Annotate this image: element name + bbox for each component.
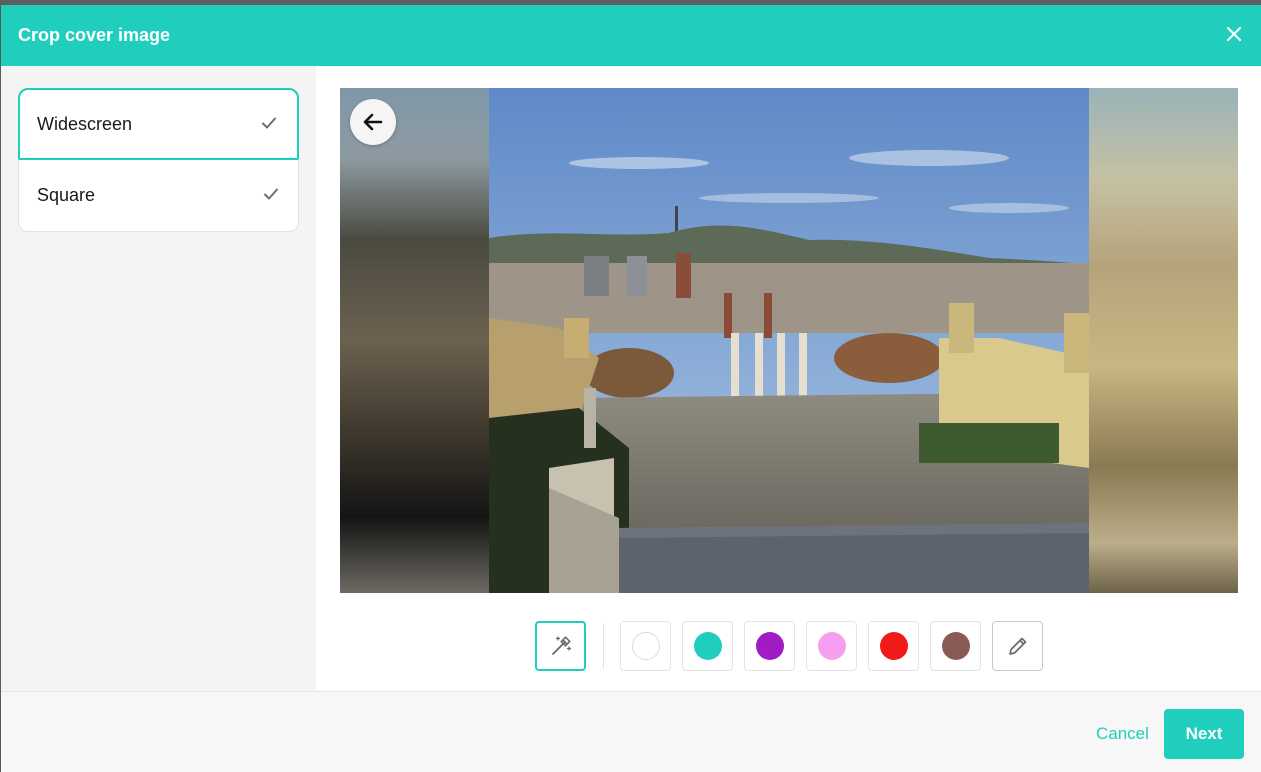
- aspect-option-list: Widescreen Square: [18, 88, 299, 232]
- check-icon: [262, 185, 280, 203]
- aspect-option-widescreen[interactable]: Widescreen: [18, 88, 299, 160]
- blurred-fill-right: [1089, 88, 1238, 593]
- arrow-left-icon: [363, 113, 383, 131]
- dialog-title: Crop cover image: [18, 25, 171, 45]
- swatch-purple: [755, 632, 784, 660]
- crop-editor: [316, 66, 1261, 691]
- blurred-fill-left: [340, 88, 489, 593]
- magic-wand-icon: [551, 636, 571, 655]
- crop-cover-dialog: Crop cover image Widescreen Square Cance…: [1, 5, 1261, 772]
- dialog-header: Crop cover image: [1, 5, 1261, 66]
- swatch-brown: [941, 632, 970, 660]
- aspect-option-label: Square: [37, 185, 96, 205]
- aspect-sidebar: Widescreen Square: [1, 66, 316, 691]
- swatch-red-button[interactable]: [868, 621, 919, 671]
- background-fill-toolbar: [535, 621, 1045, 673]
- pencil-icon: [1008, 637, 1026, 655]
- swatch-teal-button[interactable]: [682, 621, 733, 671]
- aspect-option-label: Widescreen: [37, 114, 133, 134]
- swatch-pink-button[interactable]: [806, 621, 857, 671]
- aspect-option-square[interactable]: Square: [19, 160, 300, 231]
- cancel-button[interactable]: Cancel: [1096, 724, 1149, 744]
- auto-fill-button[interactable]: [535, 621, 586, 671]
- swatch-teal: [693, 632, 722, 660]
- cover-image: [489, 88, 1089, 593]
- swatch-red: [879, 632, 908, 660]
- custom-color-button[interactable]: [992, 621, 1043, 671]
- dialog-footer: Cancel Next: [1, 691, 1261, 772]
- check-icon: [260, 114, 278, 132]
- swatch-brown-button[interactable]: [930, 621, 981, 671]
- crop-canvas[interactable]: [340, 88, 1238, 593]
- toolbar-divider: [603, 623, 604, 669]
- swatch-white-button[interactable]: [620, 621, 671, 671]
- next-button[interactable]: Next: [1164, 709, 1244, 759]
- swatch-white: [631, 632, 660, 660]
- swatch-purple-button[interactable]: [744, 621, 795, 671]
- back-button[interactable]: [350, 99, 396, 145]
- close-icon[interactable]: [1223, 23, 1245, 45]
- swatch-pink: [817, 632, 846, 660]
